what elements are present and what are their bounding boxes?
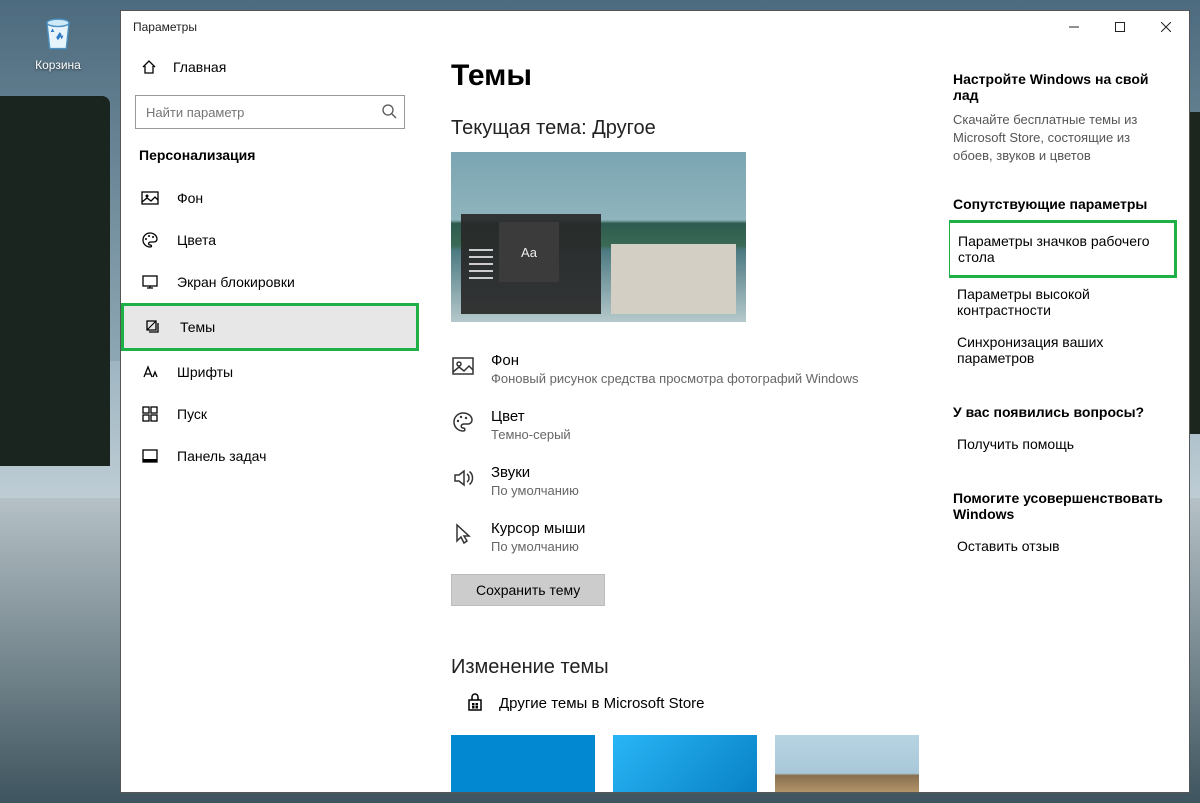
sidebar-item-label: Экран блокировки (177, 274, 295, 290)
section-label: Персонализация (121, 143, 419, 177)
faq-title: У вас появились вопросы? (953, 404, 1167, 420)
picture-icon (141, 189, 159, 207)
page-title: Темы (451, 59, 919, 93)
sidebar-item-label: Темы (180, 319, 215, 335)
search-icon (381, 103, 397, 119)
search-input[interactable] (135, 95, 405, 129)
store-link[interactable]: Другие темы в Microsoft Store (465, 693, 919, 713)
customize-desc: Скачайте бесплатные темы из Microsoft St… (953, 111, 1167, 166)
sound-icon (451, 466, 475, 490)
setting-row-sounds[interactable]: Звуки По умолчанию (451, 456, 919, 512)
sidebar-item-label: Панель задач (177, 448, 266, 464)
sidebar-item-lockscreen[interactable]: Экран блокировки (121, 261, 419, 303)
sidebar-item-label: Цвета (177, 232, 216, 248)
sidebar-item-label: Шрифты (177, 364, 233, 380)
sidebar-item-background[interactable]: Фон (121, 177, 419, 219)
home-icon (141, 59, 157, 75)
palette-icon (141, 231, 159, 249)
start-icon (141, 405, 159, 423)
sidebar-item-themes[interactable]: Темы (121, 303, 419, 351)
sidebar-item-start[interactable]: Пуск (121, 393, 419, 435)
setting-label: Цвет (491, 408, 571, 425)
lockscreen-icon (141, 273, 159, 291)
setting-row-color[interactable]: Цвет Темно-серый (451, 400, 919, 456)
setting-sub: По умолчанию (491, 483, 579, 498)
right-rail: Настройте Windows на свой лад Скачайте б… (949, 43, 1189, 792)
sidebar-item-label: Фон (177, 190, 203, 206)
setting-label: Звуки (491, 464, 579, 481)
link-sync-settings[interactable]: Синхронизация ваших параметров (953, 326, 1167, 374)
cursor-icon (451, 522, 475, 546)
themes-icon (144, 318, 162, 336)
minimize-button[interactable] (1051, 11, 1097, 43)
sidebar-item-colors[interactable]: Цвета (121, 219, 419, 261)
sidebar-item-label: Пуск (177, 406, 207, 422)
setting-sub: Темно-серый (491, 427, 571, 442)
setting-sub: По умолчанию (491, 539, 585, 554)
window-title: Параметры (133, 20, 197, 34)
sidebar-item-taskbar[interactable]: Панель задач (121, 435, 419, 477)
sidebar: Главная Персонализация Фон Цвета Экран б… (121, 43, 421, 792)
taskbar-icon (141, 447, 159, 465)
palette-icon (451, 410, 475, 434)
theme-thumb[interactable] (775, 735, 919, 792)
link-feedback[interactable]: Оставить отзыв (953, 530, 1167, 562)
link-high-contrast[interactable]: Параметры высокой контрастности (953, 278, 1167, 326)
change-theme-heading: Изменение темы (451, 656, 919, 679)
related-title: Сопутствующие параметры (953, 196, 1167, 212)
picture-icon (451, 354, 475, 378)
setting-label: Курсор мыши (491, 520, 585, 537)
setting-row-background[interactable]: Фон Фоновый рисунок средства просмотра фо… (451, 344, 919, 400)
maximize-button[interactable] (1097, 11, 1143, 43)
theme-thumb[interactable] (613, 735, 757, 792)
theme-preview: Aa (451, 152, 746, 322)
home-button[interactable]: Главная (121, 49, 419, 85)
theme-thumb[interactable] (451, 735, 595, 792)
setting-row-cursor[interactable]: Курсор мыши По умолчанию (451, 512, 919, 568)
setting-label: Фон (491, 352, 859, 369)
improve-title: Помогите усовершенствовать Windows (953, 490, 1167, 522)
theme-thumbnails (451, 735, 919, 792)
store-icon (465, 693, 485, 713)
close-button[interactable] (1143, 11, 1189, 43)
settings-window: Параметры Главная Персонализация Фон Цве… (120, 10, 1190, 793)
save-theme-button[interactable]: Сохранить тему (451, 574, 605, 606)
recycle-bin-label: Корзина (35, 58, 81, 72)
preview-sample-text: Aa (499, 222, 559, 282)
fonts-icon (141, 363, 159, 381)
sidebar-item-fonts[interactable]: Шрифты (121, 351, 419, 393)
home-label: Главная (173, 59, 226, 75)
customize-title: Настройте Windows на свой лад (953, 71, 1167, 103)
link-get-help[interactable]: Получить помощь (953, 428, 1167, 460)
setting-sub: Фоновый рисунок средства просмотра фотог… (491, 371, 859, 386)
link-desktop-icons[interactable]: Параметры значков рабочего стола (954, 225, 1170, 273)
current-theme-heading: Текущая тема: Другое (451, 117, 919, 140)
content-area: Темы Текущая тема: Другое Aa Фон Фоновый … (421, 43, 949, 792)
store-link-label: Другие темы в Microsoft Store (499, 695, 705, 712)
recycle-bin-icon[interactable]: Корзина (20, 10, 96, 72)
titlebar: Параметры (121, 11, 1189, 43)
